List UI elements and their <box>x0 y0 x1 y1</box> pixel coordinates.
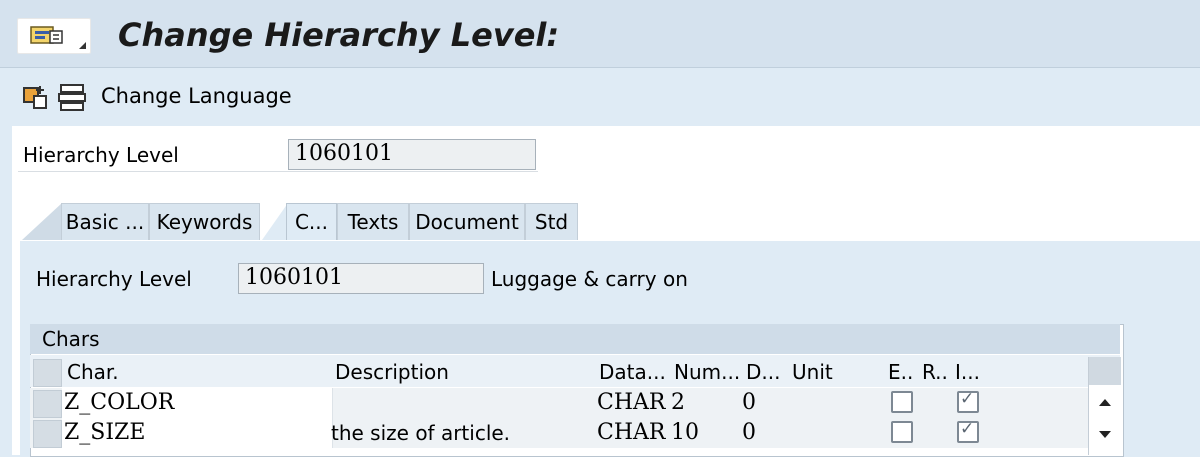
scrollbar-header <box>1089 357 1121 385</box>
tab-content-right <box>1122 241 1200 455</box>
scroll-down-icon[interactable] <box>1099 431 1111 438</box>
active-tab-edge <box>262 203 288 240</box>
checkbox-i[interactable] <box>957 419 979 443</box>
column-header-datatype[interactable]: Data... <box>599 357 671 387</box>
checkbox-i[interactable] <box>957 389 979 413</box>
column-header-dec[interactable]: D... <box>746 357 786 387</box>
column-header-r[interactable]: R.. <box>922 357 952 387</box>
chars-hierarchy-level-field: 1060101 <box>238 263 484 294</box>
tab-basic[interactable]: Basic ... <box>61 203 149 240</box>
column-header-e[interactable]: E.. <box>888 357 918 387</box>
cell-description: the size of article. <box>331 421 511 445</box>
chars-hierarchy-level-label: Hierarchy Level <box>36 267 192 291</box>
change-language-button[interactable]: Change Language <box>101 84 292 108</box>
hierarchy-level-description: Luggage & carry on <box>491 267 688 291</box>
checkbox-e[interactable] <box>891 391 913 413</box>
table-scrollbar[interactable] <box>1088 357 1121 455</box>
dropdown-corner-icon <box>79 42 86 49</box>
tab-texts[interactable]: Texts <box>337 203 409 240</box>
cell-dec: 0 <box>742 420 756 445</box>
column-header-num[interactable]: Num... <box>674 357 742 387</box>
column-header-i[interactable]: I... <box>955 357 989 387</box>
cell-unit <box>790 388 880 418</box>
tab-chars[interactable]: C... <box>286 203 337 240</box>
checkbox-e[interactable] <box>891 421 913 443</box>
cell-num: 2 <box>671 390 685 415</box>
row-selector[interactable] <box>33 390 62 418</box>
title-bar: Change Hierarchy Level: <box>0 0 1200 68</box>
hierarchy-level-label: Hierarchy Level <box>23 143 179 167</box>
tab-std[interactable]: Std <box>525 203 578 240</box>
page-title: Change Hierarchy Level: <box>118 16 560 54</box>
select-all-cell[interactable] <box>33 359 62 387</box>
scroll-up-icon[interactable] <box>1099 399 1111 406</box>
cell-datatype: CHAR <box>597 420 666 445</box>
column-header-unit[interactable]: Unit <box>792 357 882 387</box>
list-icon[interactable] <box>57 83 87 113</box>
row-selector[interactable] <box>33 420 62 448</box>
chars-table-title: Chars <box>30 324 1120 354</box>
column-header-description[interactable]: Description <box>335 357 593 387</box>
cell-char[interactable]: Z_COLOR <box>62 388 333 418</box>
cell-unit <box>790 418 880 448</box>
cell-datatype: CHAR <box>597 390 666 415</box>
cell-num: 10 <box>671 420 699 445</box>
cell-dec: 0 <box>742 390 756 415</box>
hierarchy-level-field[interactable]: 1060101 <box>288 139 536 170</box>
tree-icon[interactable] <box>22 84 50 112</box>
cell-char[interactable]: Z_SIZE <box>62 418 333 448</box>
tab-document[interactable]: Document <box>409 203 525 240</box>
menu-icon <box>30 26 63 44</box>
cell-description <box>331 388 595 418</box>
tab-keywords[interactable]: Keywords <box>149 203 260 240</box>
column-header-char[interactable]: Char. <box>67 357 327 387</box>
tab-strip-left-edge <box>22 203 62 240</box>
system-menu-button[interactable] <box>17 18 91 54</box>
